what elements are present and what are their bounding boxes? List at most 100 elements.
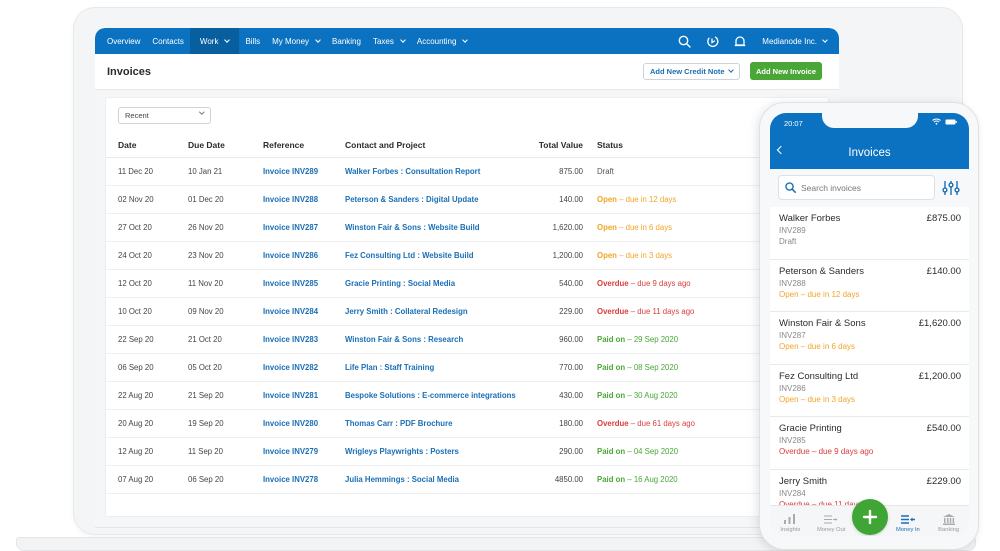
table-row[interactable]: 10 Oct 20 09 Nov 20 Invoice INV284 Jerry Sm… <box>106 297 836 326</box>
table-row[interactable]: 06 Sep 20 05 Oct 20 Invoice INV282 Life Pla… <box>106 353 830 382</box>
nav-my-money[interactable]: My Money <box>266 28 326 54</box>
search-icon[interactable] <box>670 28 698 54</box>
column-header-total[interactable]: Total Value <box>537 134 597 158</box>
add-invoice-button[interactable]: Add New Invoice <box>750 62 823 80</box>
organization-name: Medianode Inc. <box>762 36 817 46</box>
tab-money-out[interactable]: Money Out <box>811 506 852 536</box>
column-header-contact[interactable]: Contact and Project <box>345 134 537 158</box>
invoice-reference-link[interactable]: Invoice INV286 <box>263 241 345 270</box>
table-row[interactable]: 27 Oct 20 26 Nov 20 Invoice INV287 Winston … <box>106 213 830 242</box>
invoice-reference-link[interactable]: Invoice INV284 <box>263 297 345 326</box>
invoice-reference-link[interactable]: Invoice INV281 <box>263 381 345 410</box>
invoice-reference-link[interactable]: Invoice INV285 <box>263 269 345 298</box>
filter-select[interactable]: Recent <box>118 107 211 124</box>
filter-sliders-icon[interactable] <box>942 181 960 200</box>
money-out-icon <box>824 513 838 525</box>
nav-banking[interactable]: Banking <box>326 28 367 54</box>
invoice-reference-link[interactable]: Invoice INV283 <box>263 325 345 354</box>
nav-contacts[interactable]: Contacts <box>146 28 190 54</box>
table-row[interactable]: 11 Dec 20 10 Jan 21 Invoice INV289 Walker F… <box>106 157 836 186</box>
top-nav: Overview Contacts Work Bills My Money Ba… <box>95 28 839 54</box>
column-header-date[interactable]: Date <box>106 134 188 158</box>
contact-project-link[interactable]: Julia Hemmings : Social Media <box>345 465 537 494</box>
cell-due-date: 06 Sep 20 <box>188 465 263 494</box>
table-row[interactable]: 02 Nov 20 01 Dec 20 Invoice INV288 Peterson… <box>106 185 830 214</box>
contact-project-link[interactable]: Thomas Carr : PDF Brochure <box>345 409 537 438</box>
invoice-reference-link[interactable]: Invoice INV288 <box>263 185 345 214</box>
contact-project-link[interactable]: Winston Fair & Sons : Website Build <box>345 213 537 242</box>
tab-banking[interactable]: Banking <box>928 506 969 536</box>
battery-icon <box>945 119 957 124</box>
status-label: Paid on <box>597 362 626 372</box>
bank-icon <box>942 513 955 525</box>
contact-project-link[interactable]: Wrigleys Playwrights : Posters <box>345 437 537 466</box>
cell-total: 875.00 <box>537 157 597 186</box>
list-item[interactable]: Peterson & Sanders £140.00 INV288 Open – du… <box>770 259 969 312</box>
table-row[interactable]: 12 Aug 20 11 Sep 20 Invoice INV279 Wrigleys… <box>106 437 830 466</box>
add-invoice-fab[interactable] <box>852 499 888 535</box>
table-row[interactable]: 24 Oct 20 23 Nov 20 Invoice INV286 Fez Cons… <box>106 241 830 270</box>
contact-project-link[interactable]: Life Plan : Staff Training <box>345 353 537 382</box>
cell-total: 960.00 <box>537 325 597 354</box>
status-label: Overdue <box>597 278 629 288</box>
cell-due-date: 19 Sep 20 <box>188 409 263 438</box>
chevron-down-icon <box>315 36 321 43</box>
invoice-amount: £540.00 <box>926 423 961 434</box>
nav-taxes[interactable]: Taxes <box>367 28 411 54</box>
cell-due-date: 11 Nov 20 <box>188 269 263 298</box>
contact-project-link[interactable]: Walker Forbes : Consultation Report <box>345 157 537 186</box>
contact-project-link[interactable]: Jerry Smith : Collateral Redesign <box>345 297 537 326</box>
mobile-search-field[interactable] <box>778 175 935 200</box>
table-row[interactable]: 20 Aug 20 19 Sep 20 Invoice INV280 Thomas C… <box>106 409 836 438</box>
nav-label: Taxes <box>372 36 394 46</box>
mobile-invoice-list: Walker Forbes £875.00 INV289 Draft Peterson … <box>770 207 969 522</box>
cell-due-date: 21 Oct 20 <box>188 325 263 354</box>
column-header-due-date[interactable]: Due Date <box>188 134 263 158</box>
invoice-reference-link[interactable]: Invoice INV287 <box>263 213 345 242</box>
table-row[interactable]: 12 Oct 20 11 Nov 20 Invoice INV285 Gracie P… <box>106 269 836 298</box>
invoice-amount: £1,620.00 <box>918 318 961 329</box>
table-row[interactable]: 22 Sep 20 21 Oct 20 Invoice INV283 Winston … <box>106 325 830 354</box>
nav-work[interactable]: Work <box>189 28 240 54</box>
search-input[interactable] <box>801 182 921 193</box>
status-detail: – 29 Sep 2020 <box>625 334 679 344</box>
column-header-reference[interactable]: Reference <box>263 134 345 158</box>
organization-switcher[interactable]: Medianode Inc. <box>762 36 828 46</box>
invoice-reference-link[interactable]: Invoice INV278 <box>263 465 345 494</box>
nav-accounting[interactable]: Accounting <box>411 28 474 54</box>
list-item[interactable]: Fez Consulting Ltd £1,200.00 INV286 Open – … <box>770 364 969 417</box>
table-row[interactable]: 07 Aug 20 06 Sep 20 Invoice INV278 Julia He… <box>106 465 830 494</box>
contact-project-link[interactable]: Peterson & Sanders : Digital Update <box>345 185 537 214</box>
nav-overview[interactable]: Overview <box>95 28 146 54</box>
list-item[interactable]: Walker Forbes £875.00 INV289 Draft <box>770 207 969 260</box>
mobile-search-bar <box>770 169 969 207</box>
list-item[interactable]: Gracie Printing £540.00 INV285 Overdue – du… <box>770 417 969 470</box>
tab-insights[interactable]: Insights <box>770 506 811 536</box>
status-detail: – due in 12 days <box>616 194 677 204</box>
bell-icon[interactable] <box>726 28 754 54</box>
contact-project-link[interactable]: Bespoke Solutions : E-commerce integrati… <box>345 381 537 410</box>
tab-money-in[interactable]: Money In <box>888 506 929 536</box>
chevron-down-icon <box>462 36 469 43</box>
invoice-reference-link[interactable]: Invoice INV279 <box>263 437 345 466</box>
nav-bills[interactable]: Bills <box>239 28 266 54</box>
invoice-reference-link[interactable]: Invoice INV282 <box>263 353 345 382</box>
phone-notch <box>822 113 918 128</box>
contact-project-link[interactable]: Fez Consulting Ltd : Website Build <box>345 241 537 270</box>
contact-project-link[interactable]: Gracie Printing : Social Media <box>345 269 537 298</box>
invoice-reference-link[interactable]: Invoice INV280 <box>263 409 345 438</box>
cell-due-date: 21 Sep 20 <box>188 381 263 410</box>
bar-chart-icon <box>784 513 796 525</box>
status-detail: – due in 6 days <box>616 222 672 232</box>
invoice-status: Overdue – due 9 days ago <box>779 447 874 456</box>
contact-project-link[interactable]: Winston Fair & Sons : Research <box>345 325 537 354</box>
page-title: Invoices <box>107 66 152 78</box>
invoice-ref: INV286 <box>779 383 806 393</box>
activity-icon[interactable] <box>698 28 726 54</box>
status-detail: – 30 Aug 2020 <box>625 390 678 400</box>
table-row[interactable]: 22 Aug 20 21 Sep 20 Invoice INV281 Bespoke … <box>106 381 830 410</box>
add-credit-note-button[interactable]: Add New Credit Note <box>643 63 740 80</box>
list-item[interactable]: Winston Fair & Sons £1,620.00 INV287 Open –… <box>770 312 969 365</box>
invoice-reference-link[interactable]: Invoice INV289 <box>263 157 345 186</box>
invoice-amount: £229.00 <box>926 475 961 487</box>
